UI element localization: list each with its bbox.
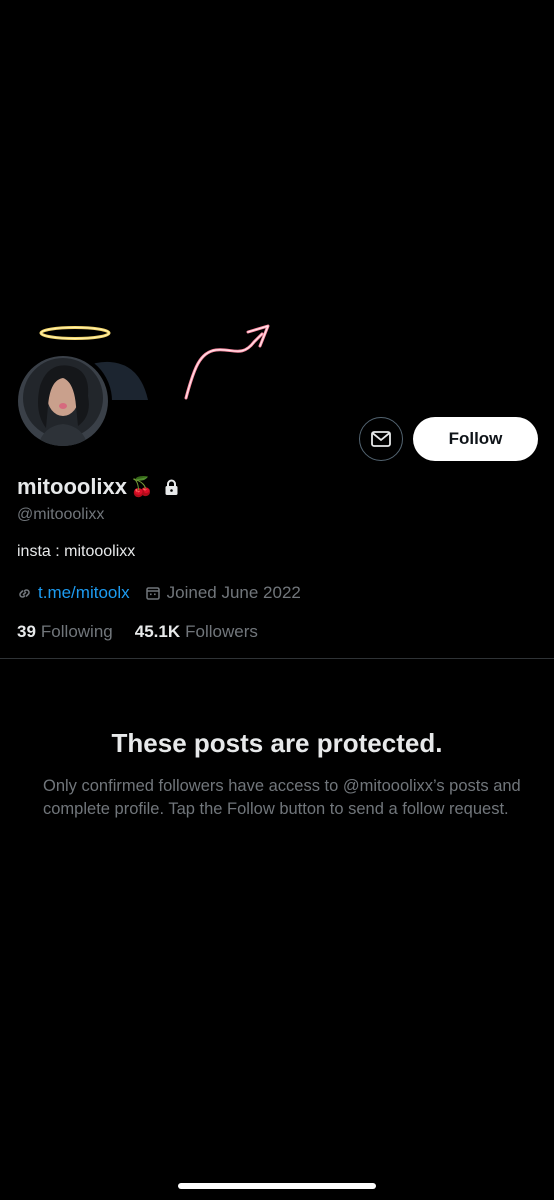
follow-button[interactable]: Follow [413, 417, 538, 461]
protected-message: Only confirmed followers have access to … [43, 777, 521, 818]
bio: insta : mitooolixx [17, 543, 136, 560]
profile-link[interactable]: t.me/mitoolx [38, 583, 130, 603]
link-icon [17, 586, 32, 601]
message-button[interactable] [359, 417, 403, 461]
display-name-row: mitooolixx 🍒 [17, 472, 179, 502]
followers-count[interactable]: 45.1K [135, 622, 180, 642]
protected-title: These posts are protected. [111, 728, 443, 758]
calendar-icon [145, 586, 160, 600]
followers-label[interactable]: Followers [185, 622, 258, 642]
follow-stats: 39 Following 45.1K Followers [17, 620, 280, 644]
envelope-icon [371, 431, 391, 447]
cherry-emoji: 🍒 [130, 477, 154, 498]
avatar-photo [18, 356, 108, 446]
lock-icon [164, 479, 179, 496]
profile-meta: t.me/mitoolx Joined June 2022 [17, 581, 301, 605]
neon-arrow-decoration [184, 324, 270, 400]
avatar[interactable] [14, 352, 112, 450]
joined-date: Joined June 2022 [166, 583, 301, 602]
following-count[interactable]: 39 [17, 622, 36, 642]
home-indicator[interactable] [178, 1183, 376, 1189]
following-label[interactable]: Following [41, 622, 113, 642]
halo-neon-decoration [39, 326, 111, 340]
display-name: mitooolixx [17, 474, 128, 499]
profile-banner[interactable] [0, 0, 554, 400]
handle: @mitooolixx [17, 506, 105, 523]
divider [0, 658, 554, 659]
